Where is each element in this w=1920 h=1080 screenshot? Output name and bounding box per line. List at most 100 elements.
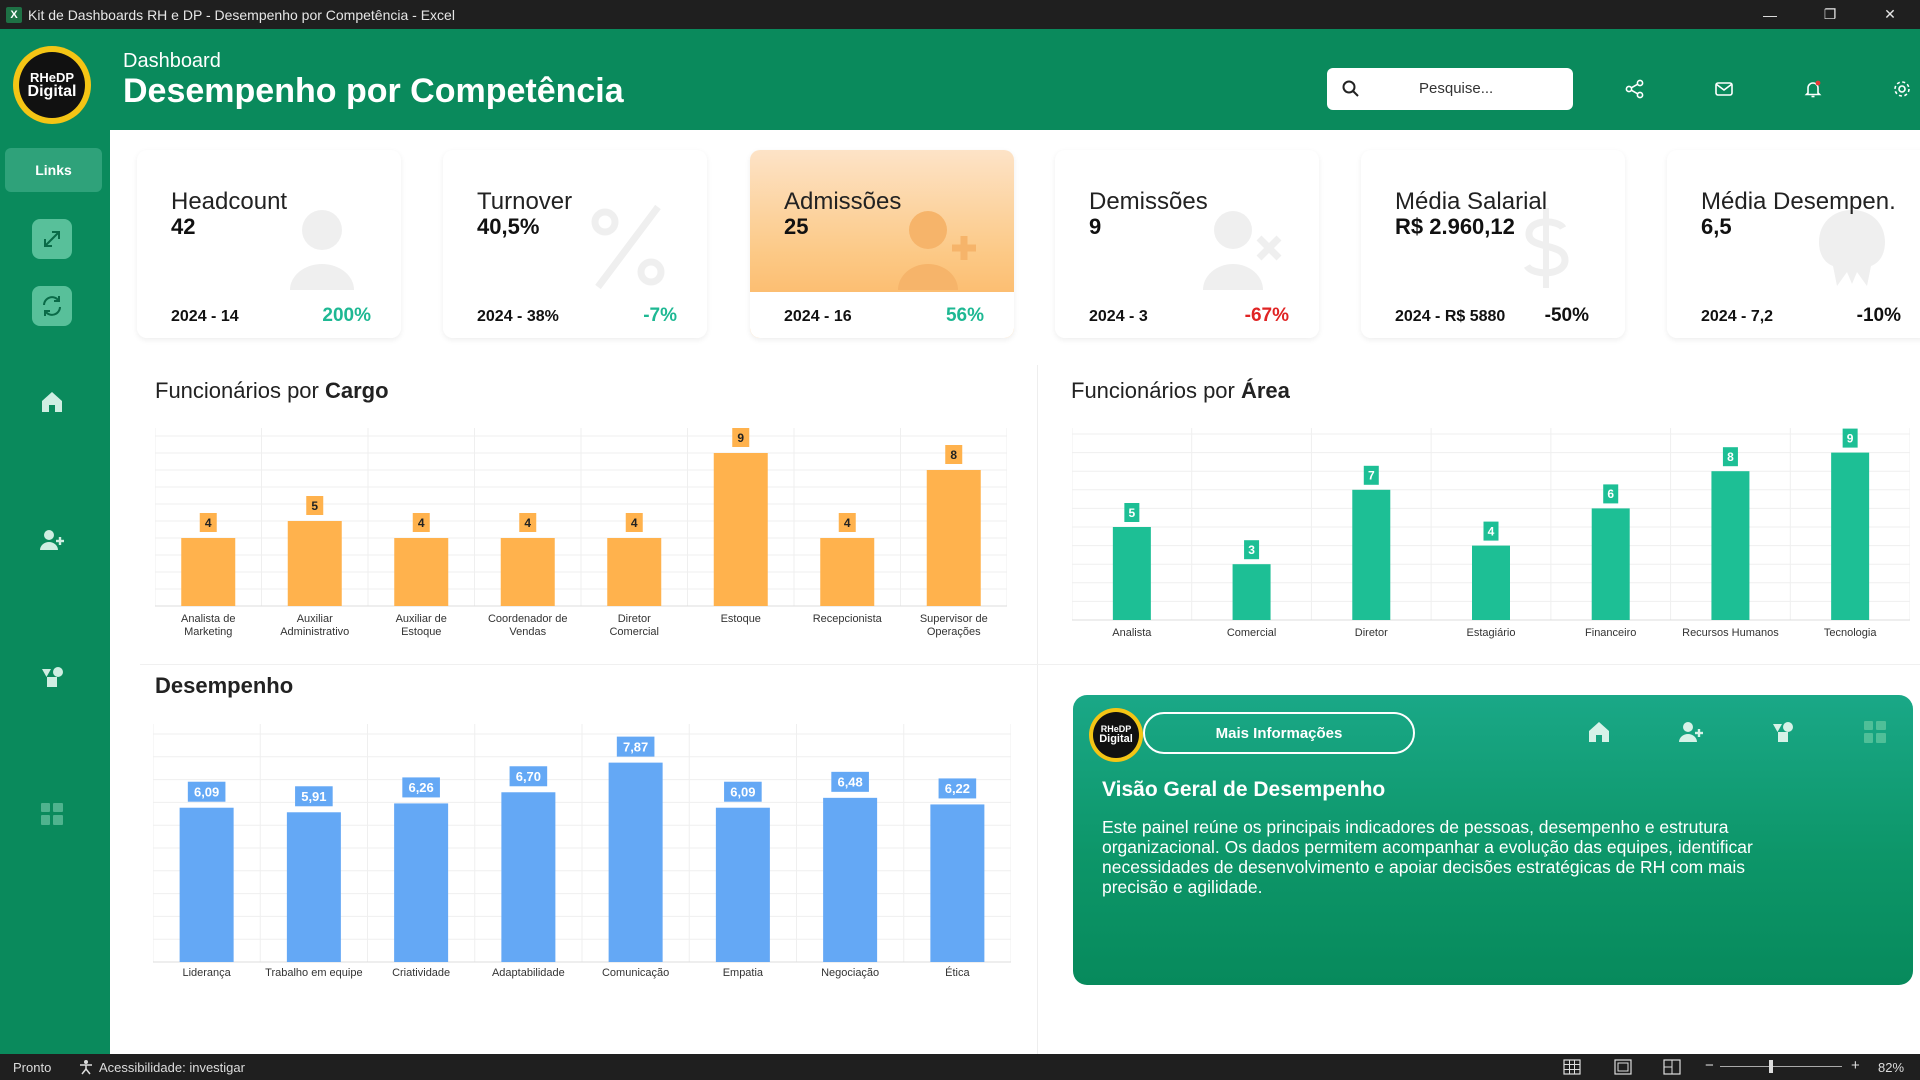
person-add-icon[interactable] [38,526,66,554]
search-icon [1342,80,1359,97]
tick-label: Empatia [723,967,764,979]
data-label: 8 [1727,450,1734,464]
tick-label: Trabalho em equipe [265,967,362,979]
gear-icon[interactable] [1891,78,1913,100]
tick-label: Recursos Humanos [1682,627,1779,639]
more-info-button[interactable]: Mais Informações [1143,712,1415,754]
data-label: 3 [1248,543,1255,557]
shapes-icon[interactable] [1770,719,1796,745]
data-label: 6,70 [516,769,541,784]
kpi-card-headcount[interactable]: Headcount 42 2024 - 14 200% [137,150,401,338]
tick-label: Coordenador de [488,613,568,625]
zoom-in-button[interactable]: + [1851,1057,1860,1074]
zoom-level[interactable]: 82% [1878,1060,1904,1075]
tick-label: Auxiliar [297,613,333,625]
kpi-value: R$ 2.960,12 [1395,214,1515,239]
bar [820,538,875,606]
zoom-out-button[interactable]: − [1705,1057,1714,1074]
accessibility-icon[interactable] [78,1059,94,1075]
sidebar [0,130,110,1054]
zoom-slider-thumb[interactable] [1769,1060,1773,1073]
window-title: Kit de Dashboards RH e DP - Desempenho p… [28,6,455,23]
data-label: 4 [418,516,425,530]
bar [1232,564,1271,620]
search-box[interactable]: Pesquise... [1327,68,1573,110]
page-break-icon[interactable] [1663,1059,1681,1075]
chart-title-desempenho: Desempenho [155,673,294,698]
chart-title-area: Funcionários por Área [1071,378,1290,403]
kpi-label: Média Desempen. [1701,188,1896,215]
home-icon[interactable] [38,388,66,416]
kpi-card-media-desempenho[interactable]: Média Desempen. 6,5 2024 - 7,2 -10% [1667,150,1920,338]
kpi-previous: 2024 - 14 [171,308,239,325]
tick-label: Administrativo [280,626,349,638]
tick-label: Diretor [1355,627,1388,639]
page-layout-icon[interactable] [1614,1059,1632,1075]
expand-icon [44,231,60,247]
kpi-card-demissoes[interactable]: Demissões 9 2024 - 3 -67% [1055,150,1319,338]
info-title: Visão Geral de Desempenho [1102,778,1386,801]
window-title-bar: X Kit de Dashboards RH e DP - Desempenho… [0,0,1920,29]
tick-label: Negociação [821,967,879,979]
refresh-icon [43,296,61,316]
data-label: 6,48 [837,775,862,790]
close-button[interactable]: ✕ [1860,0,1920,29]
normal-view-icon[interactable] [1563,1059,1581,1075]
expand-button[interactable] [32,219,72,259]
kpi-card-media-salarial[interactable]: Média Salarial R$ 2.960,12 2024 - R$ 588… [1361,150,1625,338]
grid-icon[interactable] [38,800,66,828]
bar [181,538,236,606]
tick-label: Ética [945,966,970,979]
kpi-previous: 2024 - 38% [477,308,559,325]
home-icon[interactable] [1586,719,1612,745]
kpi-label: Média Salarial [1395,188,1548,215]
bar [608,762,663,962]
mail-icon[interactable] [1713,78,1735,100]
tick-label: Financeiro [1585,627,1636,639]
excel-icon: X [6,6,22,23]
info-card: RHeDP Digital Mais Informações Visão Ger… [1073,695,1913,985]
kpi-label: Headcount [171,188,288,215]
kpi-variation: -10% [1856,305,1901,326]
accessibility-status[interactable]: Acessibilidade: investigar [99,1060,245,1075]
grid-icon[interactable] [1862,719,1888,745]
restore-button[interactable]: ❐ [1800,0,1860,29]
kpi-card-admissoes[interactable]: Admissões 25 2024 - 16 56% [750,150,1014,338]
bar [713,453,768,606]
person-add-icon[interactable] [1678,719,1704,745]
bar [394,538,449,606]
share-icon[interactable] [1624,78,1646,100]
refresh-button[interactable] [32,286,72,326]
bar [287,521,342,606]
chart-funcionarios-por-area: 5 Analista 3 Comercial 7 Diretor 4 Estagiário 6 F… [1072,428,1910,639]
shapes-icon[interactable] [38,663,66,691]
bar [930,804,985,962]
data-label: 6,22 [945,781,970,796]
brand-logo[interactable]: RHeDP Digital [13,46,91,124]
section-divider [1037,365,1038,1055]
notification-bell-icon[interactable] [1802,78,1824,100]
status-bar: Pronto Acessibilidade: investigar − + 82… [0,1054,1920,1080]
window-controls: — ❐ ✕ [1740,0,1920,29]
data-label: 6 [1607,487,1614,501]
zoom-slider[interactable] [1720,1066,1842,1067]
links-button[interactable]: Links [5,148,102,192]
bar [500,538,555,606]
bar [1831,452,1870,620]
search-input[interactable]: Pesquise... [1419,80,1493,97]
bar [1711,471,1750,620]
kpi-label: Demissões [1089,188,1208,215]
brand-logo-small: RHeDP Digital [1089,708,1143,762]
tick-label: Analista [1112,627,1152,639]
bar [823,797,878,962]
data-label: 4 [205,516,212,530]
bar [1591,508,1630,620]
kpi-card-turnover[interactable]: Turnover 40,5% 2024 - 38% -7% [443,150,707,338]
minimize-button[interactable]: — [1740,0,1800,29]
data-label: 8 [950,448,957,462]
page-subtitle: Dashboard [123,50,221,72]
kpi-previous: 2024 - 3 [1089,308,1148,325]
data-label: 7,87 [623,739,648,754]
tick-label: Supervisor de [920,613,988,625]
chart-funcionarios-por-cargo: 4 Analista deMarketing 5 AuxiliarAdministra… [155,428,1007,638]
